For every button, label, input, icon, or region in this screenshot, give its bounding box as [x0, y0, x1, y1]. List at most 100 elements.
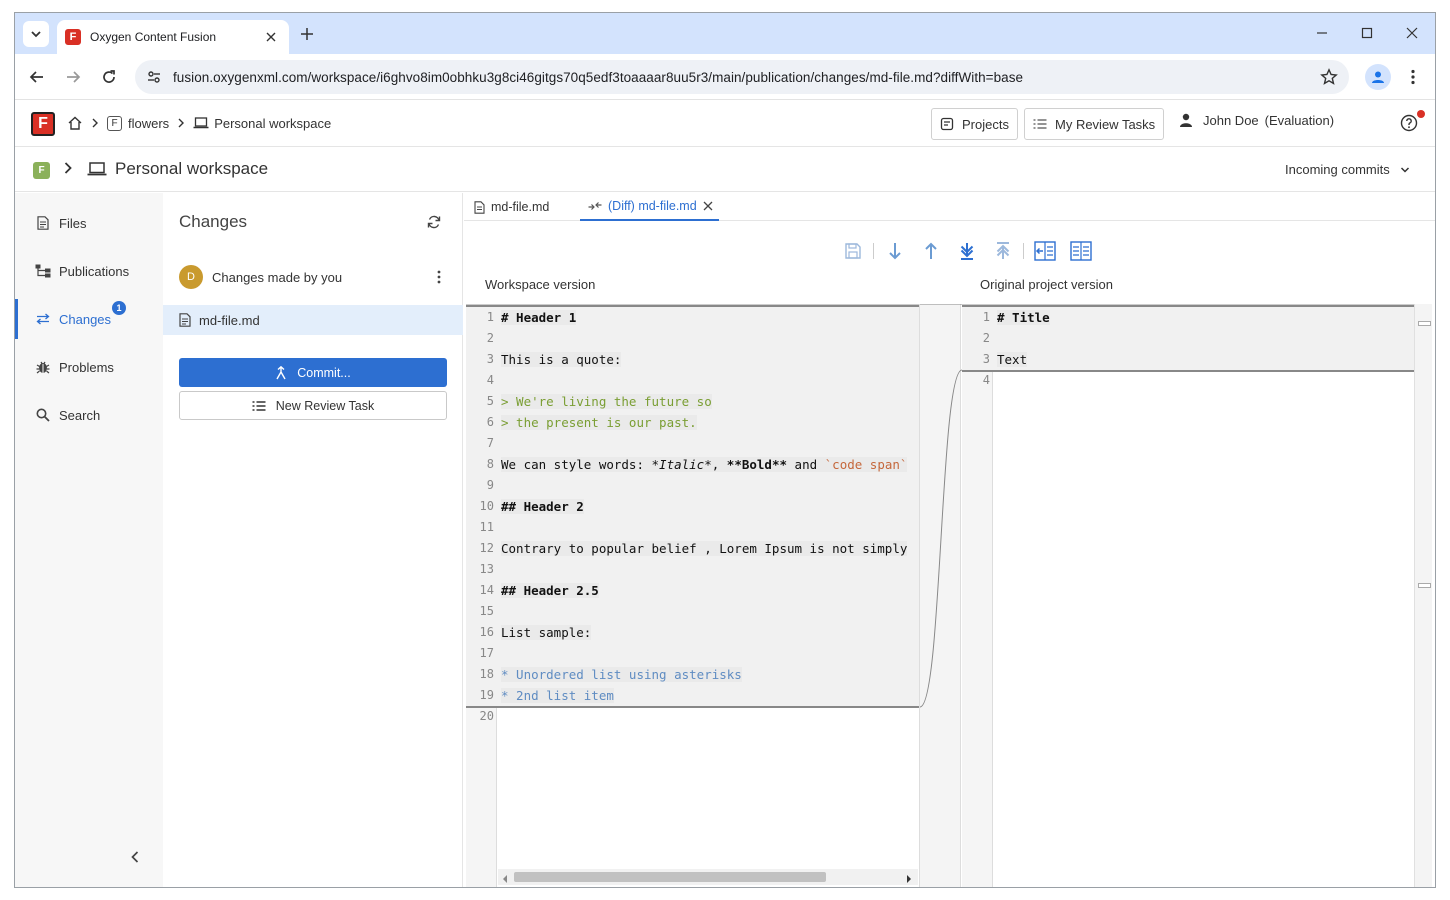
line-number: 2: [982, 331, 990, 345]
publication-icon: [35, 263, 51, 279]
tab-md-file[interactable]: md-file.md: [474, 193, 549, 221]
close-tab-icon[interactable]: [703, 201, 713, 211]
last-change-icon[interactable]: [955, 239, 979, 263]
avatar: D: [179, 265, 203, 289]
breadcrumb-project[interactable]: flowers: [128, 116, 169, 131]
minimize-button[interactable]: [1307, 21, 1337, 45]
more-options-icon[interactable]: [431, 267, 447, 287]
close-tab-icon[interactable]: [263, 29, 279, 45]
code-line[interactable]: 20: [466, 706, 919, 727]
code-line[interactable]: 4: [962, 370, 1414, 391]
browser-menu-icon[interactable]: [1403, 65, 1423, 89]
changed-file-name: md-file.md: [199, 312, 260, 328]
previous-change-icon[interactable]: [919, 239, 943, 263]
tab-search-button[interactable]: [23, 21, 49, 47]
chevron-right-icon: [91, 116, 99, 131]
search-icon: [35, 407, 51, 423]
line-number-gutter: [962, 305, 993, 887]
home-icon[interactable]: [67, 115, 83, 131]
code-line[interactable]: 13: [466, 559, 919, 580]
code-line[interactable]: 2: [466, 328, 919, 349]
nav-item-files[interactable]: Files: [15, 203, 163, 243]
code-line[interactable]: 18 * Unordered list using asterisks: [466, 664, 919, 685]
breadcrumb-workspace[interactable]: Personal workspace: [214, 116, 331, 131]
code-line[interactable]: 9: [466, 475, 919, 496]
code-line[interactable]: 2: [962, 328, 1414, 349]
line-text: This is a quote:: [501, 352, 622, 367]
address-bar[interactable]: fusion.oxygenxml.com/workspace/i6ghvo8im…: [135, 60, 1349, 94]
nav-item-label: Files: [59, 215, 87, 231]
original-version-pane[interactable]: 1 # Title 2 3 Text 4: [962, 304, 1414, 887]
code-line[interactable]: 12 Contrary to popular belief , Lorem Ips…: [466, 538, 919, 559]
line-text: # Header 1: [501, 310, 577, 325]
code-line[interactable]: 7: [466, 433, 919, 454]
toolbar-separator: [873, 243, 874, 259]
breadcrumb: F flowers Personal workspace: [67, 115, 331, 131]
line-text: > the present is our past.: [501, 415, 697, 430]
projects-button[interactable]: Projects: [931, 108, 1018, 140]
copy-all-left-icon[interactable]: [1069, 239, 1093, 263]
profile-avatar-icon[interactable]: [1365, 64, 1391, 90]
project-badge-icon: F: [107, 115, 122, 131]
reload-button[interactable]: [97, 65, 121, 89]
code-line[interactable]: 16 List sample:: [466, 622, 919, 643]
code-line[interactable]: 19 * 2nd list item: [466, 685, 919, 706]
tab-diff-md-file[interactable]: (Diff) md-file.md: [580, 193, 719, 221]
horizontal-scrollbar[interactable]: [498, 869, 918, 885]
copy-change-left-icon[interactable]: [1033, 239, 1057, 263]
nav-item-problems[interactable]: Problems: [15, 347, 163, 387]
bookmark-star-icon[interactable]: [1319, 67, 1339, 87]
forward-button[interactable]: [61, 65, 85, 89]
next-change-icon[interactable]: [883, 239, 907, 263]
close-window-button[interactable]: [1397, 21, 1427, 45]
new-review-task-button[interactable]: New Review Task: [179, 391, 447, 420]
code-line[interactable]: 6 > the present is our past.: [466, 412, 919, 433]
first-change-icon[interactable]: [991, 239, 1015, 263]
code-line[interactable]: 15: [466, 601, 919, 622]
save-icon[interactable]: [841, 239, 865, 263]
code-line[interactable]: 3 This is a quote:: [466, 349, 919, 370]
changed-file-item[interactable]: md-file.md: [163, 305, 463, 335]
scroll-change-marker[interactable]: [1418, 321, 1431, 326]
workspace-version-pane[interactable]: 1 # Header 1 2 3 This is a quote: 4 5 > We're l…: [466, 304, 919, 887]
tab-label: (Diff) md-file.md: [608, 199, 697, 213]
project-badge[interactable]: F: [33, 162, 50, 179]
code-line[interactable]: 8 We can style words: *Italic*, **Bold** …: [466, 454, 919, 475]
browser-tab-active[interactable]: F Oxygen Content Fusion: [57, 20, 289, 54]
help-icon[interactable]: [1399, 113, 1419, 133]
new-tab-button[interactable]: [297, 24, 317, 44]
code-line[interactable]: 17: [466, 643, 919, 664]
refresh-icon[interactable]: [425, 213, 443, 231]
my-review-tasks-button[interactable]: My Review Tasks: [1024, 108, 1165, 140]
nav-item-publications[interactable]: Publications: [15, 251, 163, 291]
code-line[interactable]: 1 # Header 1: [466, 307, 919, 328]
projects-label: Projects: [962, 116, 1009, 132]
code-line[interactable]: 11: [466, 517, 919, 538]
commit-button[interactable]: Commit...: [179, 358, 447, 387]
fusion-logo[interactable]: F: [31, 112, 55, 136]
vertical-scrollbar[interactable]: [1414, 304, 1432, 887]
back-button[interactable]: [25, 65, 49, 89]
user-menu[interactable]: John Doe (Evaluation): [1179, 113, 1334, 128]
code-line[interactable]: 14 ## Header 2.5: [466, 580, 919, 601]
nav-item-changes[interactable]: Changes 1: [15, 299, 163, 339]
site-settings-icon[interactable]: [139, 62, 169, 92]
line-number: 20: [479, 709, 494, 723]
code-line[interactable]: 10 ## Header 2: [466, 496, 919, 517]
line-number: 11: [479, 520, 494, 534]
nav-item-search[interactable]: Search: [15, 395, 163, 435]
maximize-button[interactable]: [1352, 21, 1382, 45]
workspace-version-label: Workspace version: [485, 277, 596, 292]
code-line[interactable]: 3 Text: [962, 349, 1414, 370]
user-mode: (Evaluation): [1264, 113, 1335, 128]
scroll-left-icon[interactable]: [502, 872, 508, 887]
scroll-right-icon[interactable]: [906, 872, 912, 887]
code-line[interactable]: 4: [466, 370, 919, 391]
incoming-commits-dropdown[interactable]: Incoming commits: [1285, 162, 1410, 177]
horizontal-scroll-thumb[interactable]: [514, 872, 826, 882]
code-line[interactable]: 5 > We're living the future so: [466, 391, 919, 412]
code-line[interactable]: 1 # Title: [962, 307, 1414, 328]
changes-group: D Changes made by you: [179, 265, 447, 289]
collapse-sidebar-icon[interactable]: [127, 849, 143, 865]
scroll-change-marker[interactable]: [1418, 583, 1431, 588]
